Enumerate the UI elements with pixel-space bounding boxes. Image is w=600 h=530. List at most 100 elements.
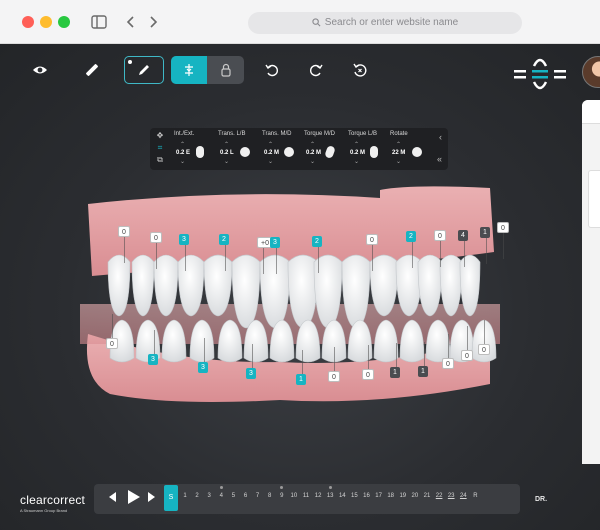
undo-button[interactable] — [252, 56, 292, 84]
tooth-movement-tag[interactable]: 2 — [219, 234, 229, 245]
tooth-movement-tag[interactable]: 3 — [198, 362, 208, 373]
decrease-arrow-icon[interactable]: ⌄ — [396, 158, 401, 165]
tooth-movement-tag[interactable]: 2 — [312, 236, 322, 247]
address-bar[interactable]: Search or enter website name — [248, 12, 522, 34]
back-arrow-icon[interactable] — [122, 13, 140, 31]
tooth-movement-tag[interactable]: 0 — [328, 371, 340, 382]
decrease-arrow-icon[interactable]: ⌄ — [310, 158, 315, 165]
adjust-value: 0.2 M — [264, 150, 280, 156]
stage-step[interactable]: 23 — [446, 493, 456, 499]
stage-step[interactable]: 17 — [374, 493, 384, 499]
dental-arch-model[interactable] — [80, 184, 500, 404]
forward-arrow-icon[interactable] — [144, 13, 162, 31]
copy-icon[interactable]: ⧉ — [154, 155, 166, 167]
panel-card — [588, 170, 600, 228]
tooth-movement-tag[interactable]: 1 — [296, 374, 306, 385]
decrease-arrow-icon[interactable]: ⌄ — [268, 158, 273, 165]
tag-leader-line — [448, 334, 449, 358]
increase-arrow-icon[interactable]: ⌃ — [268, 141, 273, 148]
tooth-movement-tag[interactable]: 4 — [458, 230, 468, 241]
pen-tool-button[interactable] — [124, 56, 164, 84]
close-window-button[interactable] — [22, 16, 34, 28]
current-stage[interactable]: S — [164, 485, 178, 511]
stage-step[interactable]: 6 — [241, 493, 251, 499]
tooth-movement-tag[interactable]: 3 — [148, 354, 158, 365]
stage-step[interactable]: 24 — [458, 493, 468, 499]
tooth-movement-tag[interactable]: 0 — [434, 230, 446, 241]
stage-step[interactable]: 9 — [277, 493, 287, 499]
tooth-movement-tag[interactable]: 0 — [366, 234, 378, 245]
decrease-arrow-icon[interactable]: ⌄ — [180, 158, 185, 165]
stage-step[interactable]: 4 — [216, 493, 226, 499]
adjust-knob[interactable] — [324, 144, 336, 160]
tag-leader-line — [302, 350, 303, 374]
tooth-movement-tag[interactable]: 0 — [150, 232, 162, 243]
close-toolbar-icon[interactable]: ‹ — [439, 132, 442, 142]
stage-step[interactable]: 21 — [422, 493, 432, 499]
lock-tool-button[interactable] — [208, 56, 244, 84]
user-avatar[interactable] — [582, 56, 600, 88]
increase-arrow-icon[interactable]: ⌃ — [180, 141, 185, 148]
stage-step[interactable]: 3 — [204, 493, 214, 499]
stage-step[interactable]: 22 — [434, 493, 444, 499]
stage-step[interactable]: 14 — [337, 493, 347, 499]
stage-step[interactable]: 8 — [265, 493, 275, 499]
tooth-movement-tag[interactable]: 1 — [418, 366, 428, 377]
doctor-label[interactable]: DR. — [535, 496, 547, 503]
tooth-movement-tag[interactable]: 3 — [179, 234, 189, 245]
tooth-movement-tag[interactable]: 3 — [270, 237, 280, 248]
adjust-knob[interactable] — [370, 146, 378, 158]
increase-arrow-icon[interactable]: ⌃ — [354, 141, 359, 148]
adjust-knob[interactable] — [412, 147, 422, 157]
minimize-window-button[interactable] — [40, 16, 52, 28]
stage-step[interactable]: 15 — [349, 493, 359, 499]
tag-leader-line — [424, 342, 425, 366]
adjust-value: 0.2 M — [306, 150, 322, 156]
tooth-movement-tag[interactable]: 0 — [106, 338, 118, 349]
visibility-button[interactable] — [20, 56, 60, 84]
next-stage-button[interactable] — [144, 490, 158, 507]
attachment-mode-icon[interactable]: ⌗ — [154, 143, 166, 155]
stage-step[interactable]: 13 — [325, 493, 335, 499]
reset-button[interactable] — [340, 56, 380, 84]
tooth-movement-tag[interactable]: 0 — [442, 358, 454, 369]
stage-step[interactable]: R — [470, 493, 480, 499]
stage-step[interactable]: 11 — [301, 493, 311, 499]
stage-step[interactable]: 18 — [386, 493, 396, 499]
stage-step[interactable]: 12 — [313, 493, 323, 499]
adjust-knob[interactable] — [240, 147, 250, 157]
stage-step[interactable]: 1 — [180, 493, 190, 499]
increase-arrow-icon[interactable]: ⌃ — [310, 141, 315, 148]
adjust-knob[interactable] — [284, 147, 294, 157]
previous-stage-button[interactable] — [106, 490, 120, 507]
stage-step[interactable]: 16 — [362, 493, 372, 499]
tooth-movement-tag[interactable]: 0 — [478, 344, 490, 355]
ruler-button[interactable] — [72, 56, 112, 84]
sidebar-toggle-icon[interactable] — [90, 13, 108, 31]
stage-step[interactable]: 19 — [398, 493, 408, 499]
increase-arrow-icon[interactable]: ⌃ — [396, 141, 401, 148]
adjust-knob[interactable] — [196, 146, 204, 158]
play-button[interactable] — [124, 488, 142, 509]
stage-step[interactable]: 5 — [228, 493, 238, 499]
increase-arrow-icon[interactable]: ⌃ — [224, 141, 229, 148]
stage-step[interactable]: 2 — [192, 493, 202, 499]
collapse-toolbar-icon[interactable]: « — [437, 154, 442, 164]
tooth-movement-tag[interactable]: 0 — [362, 369, 374, 380]
tooth-movement-tag[interactable]: 0 — [497, 222, 509, 233]
tooth-movement-tag[interactable]: 2 — [406, 231, 416, 242]
tooth-movement-tag[interactable]: 1 — [390, 367, 400, 378]
tooth-movement-tag[interactable]: 3 — [246, 368, 256, 379]
attachment-tool-button[interactable] — [171, 56, 207, 84]
decrease-arrow-icon[interactable]: ⌄ — [224, 158, 229, 165]
stage-step[interactable]: 20 — [410, 493, 420, 499]
stage-step[interactable]: 7 — [253, 493, 263, 499]
decrease-arrow-icon[interactable]: ⌄ — [354, 158, 359, 165]
stage-step[interactable]: 10 — [289, 493, 299, 499]
maximize-window-button[interactable] — [58, 16, 70, 28]
move-icon[interactable]: ✥ — [154, 131, 166, 143]
tooth-movement-tag[interactable]: 0 — [118, 226, 130, 237]
tooth-movement-tag[interactable]: 1 — [480, 227, 490, 238]
tooth-movement-tag[interactable]: 0 — [461, 350, 473, 361]
redo-button[interactable] — [296, 56, 336, 84]
